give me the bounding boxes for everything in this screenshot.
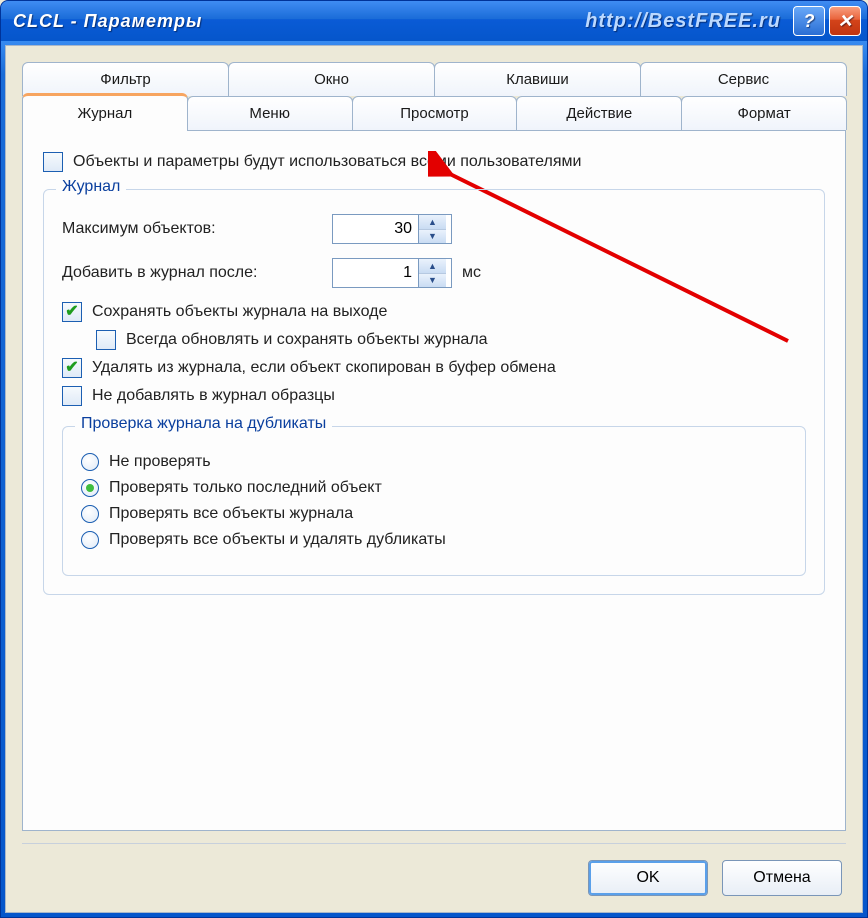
- close-button[interactable]: ✕: [829, 6, 861, 36]
- always-update-checkbox[interactable]: [96, 330, 116, 350]
- dup-option-0-radio[interactable]: [81, 453, 99, 471]
- add-after-unit: мс: [462, 264, 481, 282]
- shared-checkbox-row: Объекты и параметры будут использоваться…: [43, 152, 825, 172]
- chevron-up-icon: ▲: [428, 217, 437, 227]
- chevron-down-icon: ▼: [428, 231, 437, 241]
- journal-groupbox: Журнал Максимум объектов: ▲ ▼ Добавить: [43, 189, 825, 595]
- help-icon: ?: [804, 11, 815, 32]
- tab-control: Фильтр Окно Клавиши Сервис Журнал Меню П…: [22, 62, 846, 831]
- save-on-exit-label: Сохранять объекты журнала на выходе: [92, 303, 387, 321]
- tab-journal[interactable]: Журнал: [22, 93, 188, 131]
- watermark-text: http://BestFREE.ru: [585, 10, 781, 33]
- save-on-exit-checkbox[interactable]: [62, 302, 82, 322]
- titlebar[interactable]: CLCL - Параметры http://BestFREE.ru ? ✕: [1, 1, 867, 41]
- tab-menu[interactable]: Меню: [187, 96, 353, 130]
- dup-option-3-row: Проверять все объекты и удалять дубликат…: [81, 531, 787, 549]
- max-objects-spin-up[interactable]: ▲: [419, 215, 446, 230]
- delete-if-copied-checkbox[interactable]: [62, 358, 82, 378]
- delete-if-copied-row: Удалять из журнала, если объект скопиров…: [62, 358, 806, 378]
- add-after-spinner: ▲ ▼: [332, 258, 452, 288]
- add-after-input[interactable]: [333, 259, 418, 287]
- chevron-up-icon: ▲: [428, 261, 437, 271]
- chevron-down-icon: ▼: [428, 275, 437, 285]
- journal-group-legend: Журнал: [56, 178, 126, 196]
- shared-checkbox-label: Объекты и параметры будут использоваться…: [73, 153, 581, 171]
- tab-format[interactable]: Формат: [681, 96, 847, 130]
- add-after-row: Добавить в журнал после: ▲ ▼ мс: [62, 258, 806, 288]
- tab-row-2: Журнал Меню Просмотр Действие Формат: [22, 96, 846, 131]
- tab-filter[interactable]: Фильтр: [22, 62, 229, 96]
- duplicates-groupbox: Проверка журнала на дубликаты Не проверя…: [62, 426, 806, 576]
- always-update-label: Всегда обновлять и сохранять объекты жур…: [126, 331, 488, 349]
- dup-option-1-label: Проверять только последний объект: [109, 479, 382, 497]
- tab-action[interactable]: Действие: [516, 96, 682, 130]
- help-button[interactable]: ?: [793, 6, 825, 36]
- dup-option-2-row: Проверять все объекты журнала: [81, 505, 787, 523]
- tab-row-1: Фильтр Окно Клавиши Сервис: [22, 62, 846, 96]
- dup-option-3-label: Проверять все объекты и удалять дубликат…: [109, 531, 446, 549]
- cancel-button[interactable]: Отмена: [722, 860, 842, 896]
- dup-option-0-label: Не проверять: [109, 453, 211, 471]
- shared-checkbox[interactable]: [43, 152, 63, 172]
- add-after-spin-down[interactable]: ▼: [419, 274, 446, 288]
- max-objects-input[interactable]: [333, 215, 418, 243]
- ok-button[interactable]: OK: [588, 860, 708, 896]
- tab-panel-journal: Объекты и параметры будут использоваться…: [22, 130, 846, 831]
- tab-view[interactable]: Просмотр: [352, 96, 518, 130]
- max-objects-spinner: ▲ ▼: [332, 214, 452, 244]
- no-samples-checkbox[interactable]: [62, 386, 82, 406]
- max-objects-spin-down[interactable]: ▼: [419, 230, 446, 244]
- no-samples-label: Не добавлять в журнал образцы: [92, 387, 335, 405]
- tab-window[interactable]: Окно: [228, 62, 435, 96]
- max-objects-row: Максимум объектов: ▲ ▼: [62, 214, 806, 244]
- dup-option-2-radio[interactable]: [81, 505, 99, 523]
- add-after-label: Добавить в журнал после:: [62, 264, 332, 282]
- always-update-row: Всегда обновлять и сохранять объекты жур…: [96, 330, 806, 350]
- no-samples-row: Не добавлять в журнал образцы: [62, 386, 806, 406]
- max-objects-label: Максимум объектов:: [62, 220, 332, 238]
- save-on-exit-row: Сохранять объекты журнала на выходе: [62, 302, 806, 322]
- dup-option-0-row: Не проверять: [81, 453, 787, 471]
- close-icon: ✕: [837, 11, 852, 32]
- duplicates-group-legend: Проверка журнала на дубликаты: [75, 415, 332, 433]
- dup-option-1-row: Проверять только последний объект: [81, 479, 787, 497]
- dialog-button-bar: OK Отмена: [22, 843, 846, 900]
- add-after-spin-up[interactable]: ▲: [419, 259, 446, 274]
- tab-keys[interactable]: Клавиши: [434, 62, 641, 96]
- dup-option-1-radio[interactable]: [81, 479, 99, 497]
- settings-window: CLCL - Параметры http://BestFREE.ru ? ✕ …: [0, 0, 868, 918]
- tab-service[interactable]: Сервис: [640, 62, 847, 96]
- dup-option-2-label: Проверять все объекты журнала: [109, 505, 353, 523]
- delete-if-copied-label: Удалять из журнала, если объект скопиров…: [92, 359, 556, 377]
- client-area: Фильтр Окно Клавиши Сервис Журнал Меню П…: [5, 45, 863, 913]
- dup-option-3-radio[interactable]: [81, 531, 99, 549]
- window-title: CLCL - Параметры: [13, 11, 202, 32]
